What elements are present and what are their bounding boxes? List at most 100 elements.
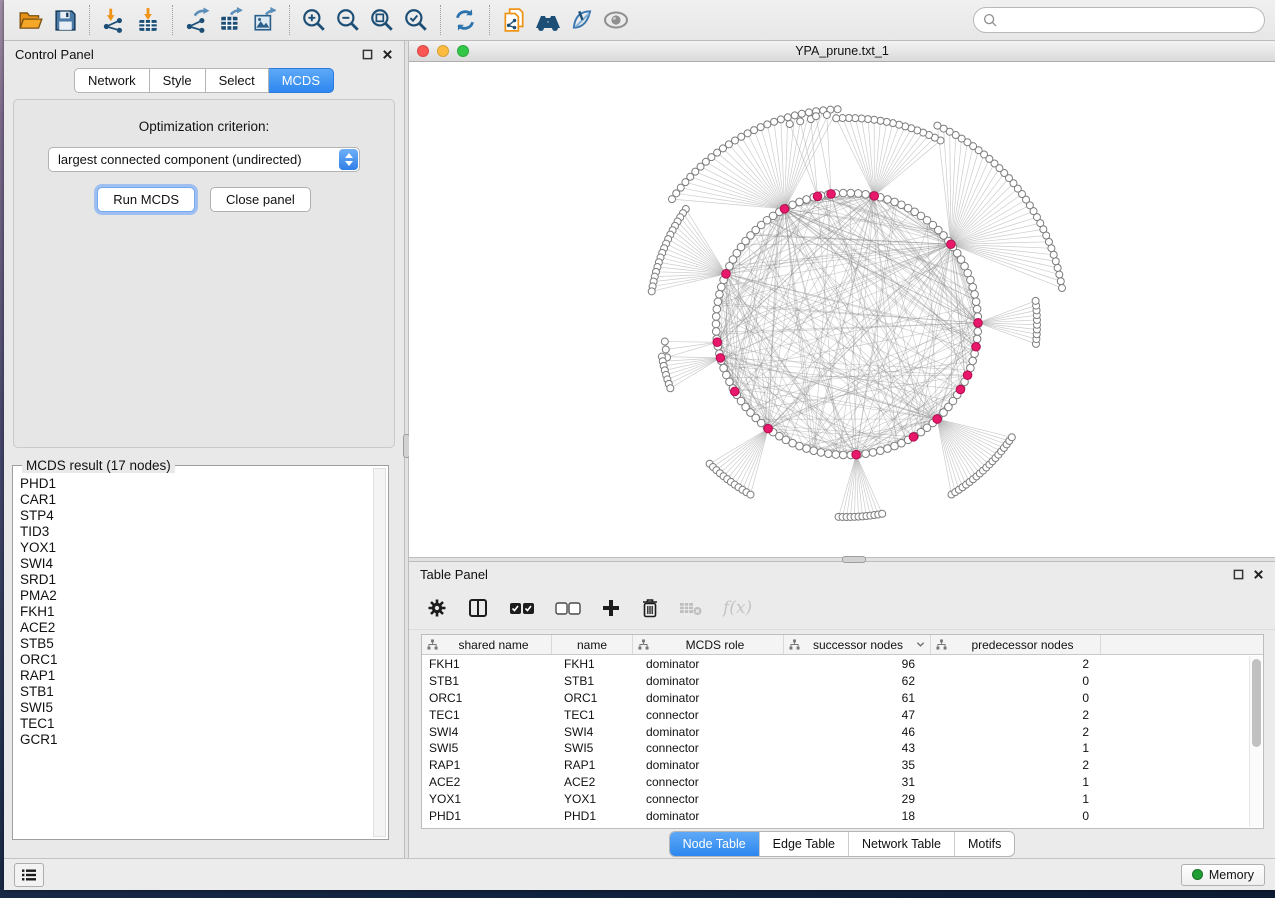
table-row[interactable]: ACE2ACE2connector311 xyxy=(422,774,1249,791)
shared-column-icon xyxy=(936,639,947,650)
memory-label: Memory xyxy=(1209,868,1254,882)
graphics-details-icon[interactable] xyxy=(599,4,633,36)
splitter-handle[interactable] xyxy=(842,556,866,563)
mcds-node-item[interactable]: PHD1 xyxy=(18,476,370,492)
mcds-node-item[interactable]: FKH1 xyxy=(18,604,370,620)
tab-network[interactable]: Network xyxy=(74,68,150,93)
column-header-name[interactable]: name xyxy=(552,635,633,654)
column-header-filler xyxy=(1101,635,1263,654)
vizmap-icon[interactable] xyxy=(565,4,599,36)
tab-mcds[interactable]: MCDS xyxy=(269,68,334,93)
mcds-node-item[interactable]: TID3 xyxy=(18,524,370,540)
column-selector-icon[interactable] xyxy=(467,597,489,619)
clear-table-icon xyxy=(679,600,703,616)
window-close-button[interactable] xyxy=(417,45,429,57)
tab-edge-table[interactable]: Edge Table xyxy=(759,832,848,856)
mcds-node-item[interactable]: SRD1 xyxy=(18,572,370,588)
table-panel-title: Table Panel xyxy=(420,567,488,582)
table-cell: TEC1 xyxy=(422,708,552,722)
table-row[interactable]: SWI4SWI4dominator462 xyxy=(422,723,1249,740)
first-neighbors-icon[interactable] xyxy=(531,4,565,36)
tab-motifs[interactable]: Motifs xyxy=(954,832,1014,856)
horizontal-splitter[interactable] xyxy=(409,557,1275,562)
close-panel-button[interactable]: Close panel xyxy=(210,187,311,212)
mcds-node-item[interactable]: SWI5 xyxy=(18,700,370,716)
deselect-all-rows-icon[interactable] xyxy=(555,600,581,616)
save-session-icon[interactable] xyxy=(48,4,82,36)
table-row[interactable]: STB1STB1dominator620 xyxy=(422,673,1249,690)
show-panels-button[interactable] xyxy=(14,863,44,887)
table-cell: 18 xyxy=(784,809,931,823)
table-cell: 46 xyxy=(784,725,931,739)
import-network-icon[interactable] xyxy=(97,4,131,36)
new-network-from-selection-icon[interactable] xyxy=(497,4,531,36)
export-image-icon[interactable] xyxy=(248,4,282,36)
search-field[interactable] xyxy=(973,7,1265,33)
tab-network-table[interactable]: Network Table xyxy=(848,832,954,856)
column-header-mcds-role[interactable]: MCDS role xyxy=(633,635,784,654)
memory-button[interactable]: Memory xyxy=(1181,864,1265,886)
mcds-node-item[interactable]: STB1 xyxy=(18,684,370,700)
search-input[interactable] xyxy=(1004,12,1255,29)
table-row[interactable]: RAP1RAP1dominator352 xyxy=(422,757,1249,774)
table-row[interactable]: YOX1YOX1connector291 xyxy=(422,790,1249,807)
network-graph[interactable] xyxy=(409,62,1275,557)
table-options-gear-icon[interactable] xyxy=(427,598,447,618)
table-cell: connector xyxy=(633,775,784,789)
mcds-node-item[interactable]: PMA2 xyxy=(18,588,370,604)
window-minimize-button[interactable] xyxy=(437,45,449,57)
mcds-node-item[interactable]: CAR1 xyxy=(18,492,370,508)
tab-select[interactable]: Select xyxy=(206,68,269,93)
zoom-out-icon[interactable] xyxy=(331,4,365,36)
mcds-node-item[interactable]: TEC1 xyxy=(18,716,370,732)
delete-column-icon[interactable] xyxy=(641,598,659,618)
table-cell: dominator xyxy=(633,725,784,739)
table-row[interactable]: TEC1TEC1connector472 xyxy=(422,706,1249,723)
table-scrollbar[interactable] xyxy=(1249,656,1262,827)
column-header-predecessor-nodes[interactable]: predecessor nodes xyxy=(931,635,1101,654)
zoom-selected-icon[interactable] xyxy=(399,4,433,36)
close-panel-icon[interactable] xyxy=(1253,569,1264,580)
mcds-node-item[interactable]: STB5 xyxy=(18,636,370,652)
table-cell: ORC1 xyxy=(422,691,552,705)
tab-style[interactable]: Style xyxy=(150,68,206,93)
mcds-node-item[interactable]: RAP1 xyxy=(18,668,370,684)
window-zoom-button[interactable] xyxy=(457,45,469,57)
run-mcds-button[interactable]: Run MCDS xyxy=(97,187,195,212)
float-panel-icon[interactable] xyxy=(1233,569,1244,580)
network-canvas[interactable] xyxy=(409,62,1275,557)
close-panel-icon[interactable] xyxy=(382,49,393,60)
mcds-node-item[interactable]: ACE2 xyxy=(18,620,370,636)
table-row[interactable]: SWI5SWI5connector431 xyxy=(422,740,1249,757)
import-table-icon[interactable] xyxy=(131,4,165,36)
export-table-icon[interactable] xyxy=(214,4,248,36)
column-header-successor-nodes[interactable]: successor nodes xyxy=(784,635,931,654)
open-file-icon[interactable] xyxy=(14,4,48,36)
zoom-in-icon[interactable] xyxy=(297,4,331,36)
select-all-rows-icon[interactable] xyxy=(509,600,535,616)
table-scrollbar-thumb[interactable] xyxy=(1252,659,1261,747)
apply-layout-icon[interactable] xyxy=(448,4,482,36)
table-row[interactable]: PHD1PHD1dominator180 xyxy=(422,807,1249,824)
table-cell: 2 xyxy=(931,708,1101,722)
main-toolbar xyxy=(4,0,1275,41)
table-row[interactable]: FKH1FKH1dominator962 xyxy=(422,656,1249,673)
node-table: shared name name MCDS role successor nod… xyxy=(421,634,1264,829)
optimization-criterion-select[interactable]: largest connected component (undirected) xyxy=(48,147,360,172)
mcds-node-item[interactable]: STP4 xyxy=(18,508,370,524)
zoom-fit-icon[interactable] xyxy=(365,4,399,36)
export-network-icon[interactable] xyxy=(180,4,214,36)
table-cell: STB1 xyxy=(552,674,633,688)
mcds-node-item[interactable]: ORC1 xyxy=(18,652,370,668)
float-panel-icon[interactable] xyxy=(362,49,373,60)
table-row[interactable]: ORC1ORC1dominator610 xyxy=(422,690,1249,707)
mcds-node-item[interactable]: YOX1 xyxy=(18,540,370,556)
add-column-icon[interactable] xyxy=(601,598,621,618)
sort-chevron-icon xyxy=(916,641,925,648)
column-header-shared-name[interactable]: shared name xyxy=(422,635,552,654)
mcds-result-list[interactable]: PHD1CAR1STP4TID3YOX1SWI4SRD1PMA2FKH1ACE2… xyxy=(18,476,370,835)
mcds-list-scrollbar[interactable] xyxy=(373,468,386,837)
mcds-node-item[interactable]: GCR1 xyxy=(18,732,370,748)
tab-node-table[interactable]: Node Table xyxy=(670,832,759,856)
mcds-node-item[interactable]: SWI4 xyxy=(18,556,370,572)
